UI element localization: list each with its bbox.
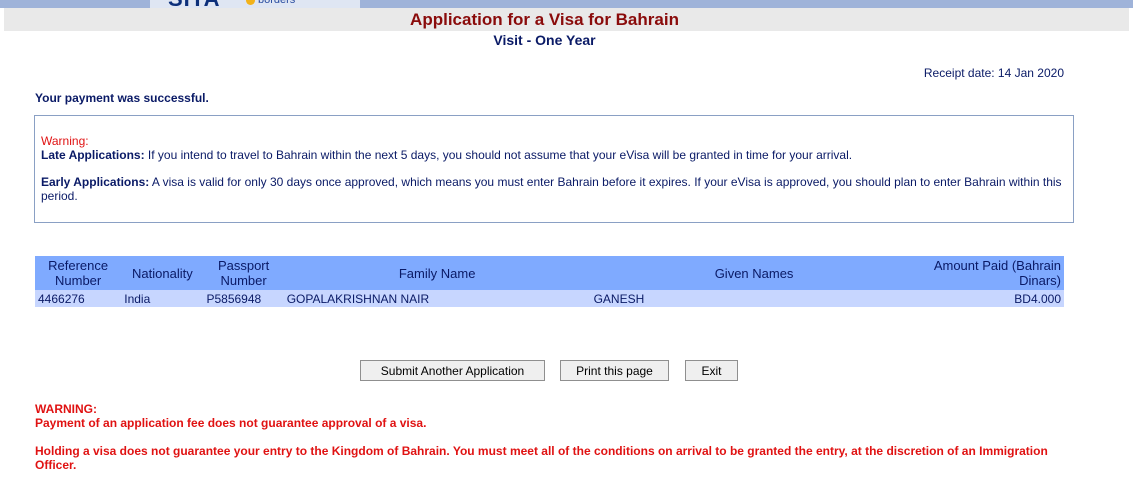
- table-header-row: Reference Number Nationality Passport Nu…: [35, 256, 1064, 290]
- logo-subtext: borders: [258, 0, 296, 6]
- early-applications-note: Early Applications: A visa is valid for …: [41, 175, 1067, 203]
- bottom-warning-title: WARNING:: [35, 402, 97, 416]
- logo-text: SITA: [168, 0, 220, 8]
- col-amount-paid: Amount Paid (Bahrain Dinars): [917, 256, 1064, 290]
- col-given-names: Given Names: [590, 256, 918, 290]
- cell-given-names: GANESH: [590, 290, 918, 307]
- early-label: Early Applications:: [41, 175, 150, 189]
- logo-dot-icon: [246, 0, 255, 5]
- cell-amount-paid: BD4.000: [917, 290, 1064, 307]
- page-title: Application for a Visa for Bahrain: [410, 10, 679, 29]
- col-passport: Passport Number: [203, 256, 284, 290]
- cell-nationality: India: [121, 290, 204, 307]
- cell-reference: 4466276: [35, 290, 122, 307]
- bottom-warning-line1: Payment of an application fee does not g…: [35, 416, 427, 430]
- payment-status: Your payment was successful.: [35, 91, 209, 105]
- submit-another-application-button[interactable]: Submit Another Application: [360, 360, 545, 381]
- application-table: Reference Number Nationality Passport Nu…: [35, 256, 1064, 307]
- cell-passport: P5856948: [203, 290, 284, 307]
- warning-box: Warning: Late Applications: If you inten…: [34, 115, 1074, 223]
- exit-button[interactable]: Exit: [685, 360, 738, 381]
- col-reference: Reference Number: [35, 256, 122, 290]
- col-nationality: Nationality: [121, 256, 204, 290]
- late-applications-note: Late Applications: If you intend to trav…: [41, 148, 1067, 162]
- print-page-button[interactable]: Print this page: [560, 360, 669, 381]
- cell-family-name: GOPALAKRISHNAN NAIR: [283, 290, 591, 307]
- page-subtitle: Visit - One Year: [493, 32, 596, 48]
- late-label: Late Applications:: [41, 148, 145, 162]
- logo: SITA borders: [150, 0, 360, 8]
- col-family-name: Family Name: [283, 256, 591, 290]
- warning-title: Warning:: [41, 134, 89, 148]
- receipt-date: Receipt date: 14 Jan 2020: [923, 66, 1064, 80]
- early-text: A visa is valid for only 30 days once ap…: [41, 175, 1062, 203]
- bottom-warning-line2: Holding a visa does not guarantee your e…: [35, 444, 1048, 472]
- table-row: 4466276 India P5856948 GOPALAKRISHNAN NA…: [35, 290, 1064, 307]
- bottom-warning: WARNING: Payment of an application fee d…: [35, 402, 1075, 486]
- late-text: If you intend to travel to Bahrain withi…: [144, 148, 853, 162]
